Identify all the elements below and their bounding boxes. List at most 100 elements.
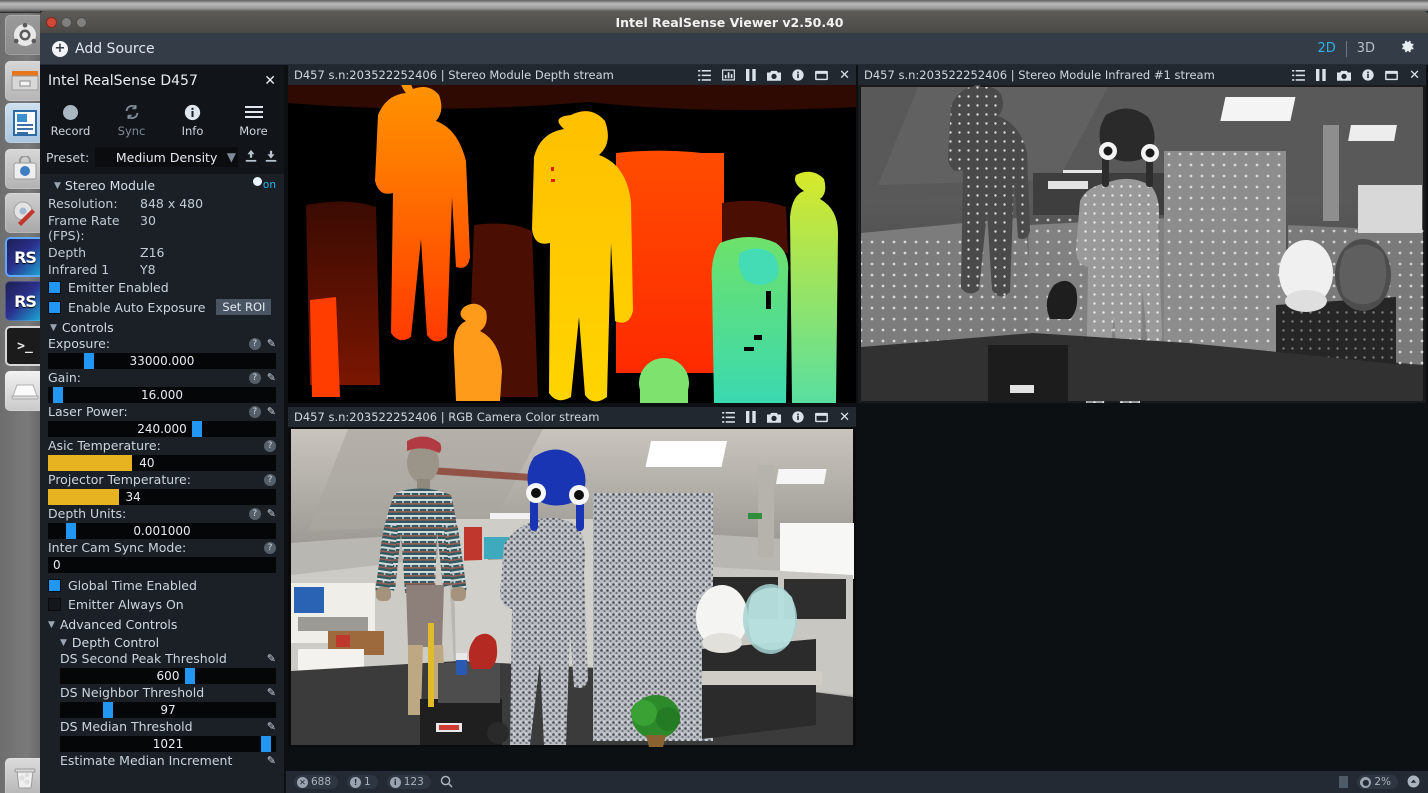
gear-icon[interactable] bbox=[1399, 38, 1416, 59]
edit-icon[interactable]: ✎ bbox=[267, 507, 276, 520]
emitter-enabled-checkbox[interactable] bbox=[48, 281, 61, 294]
gain-slider[interactable]: 16.000 bbox=[48, 387, 276, 403]
edit-icon[interactable]: ✎ bbox=[267, 371, 276, 384]
close-icon[interactable]: ✕ bbox=[1409, 68, 1420, 83]
camera-icon[interactable] bbox=[767, 70, 781, 81]
emitter-always-on-checkbox[interactable] bbox=[48, 598, 61, 611]
maximize-icon[interactable] bbox=[815, 70, 828, 81]
ds-second-peak-slider[interactable]: 600 bbox=[60, 668, 276, 684]
slider-knob[interactable] bbox=[103, 702, 113, 718]
circle-up-icon[interactable] bbox=[1407, 773, 1420, 792]
status-errors[interactable]: ✕ 688 bbox=[294, 775, 338, 789]
help-icon[interactable]: ? bbox=[264, 474, 276, 486]
device-close-button[interactable]: ✕ bbox=[264, 73, 276, 89]
pause-icon[interactable] bbox=[746, 69, 756, 81]
stream-canvas-depth[interactable] bbox=[288, 85, 856, 403]
info-icon[interactable] bbox=[792, 69, 804, 81]
add-source-button[interactable]: + Add Source bbox=[40, 33, 167, 65]
close-icon[interactable]: ✕ bbox=[839, 68, 850, 83]
edit-icon[interactable]: ✎ bbox=[267, 686, 276, 699]
control-asic-temperature: Asic Temperature: ? 40 bbox=[40, 437, 284, 471]
window-close-button[interactable] bbox=[46, 17, 57, 28]
camera-icon[interactable] bbox=[767, 412, 781, 423]
edit-icon[interactable]: ✎ bbox=[267, 405, 276, 418]
slider-knob[interactable] bbox=[185, 668, 195, 684]
edit-icon[interactable]: ✎ bbox=[267, 652, 276, 665]
depth-units-slider[interactable]: 0.001000 bbox=[48, 523, 276, 539]
stream-canvas-infrared[interactable] bbox=[858, 85, 1426, 403]
slider-knob[interactable] bbox=[84, 353, 94, 369]
stream-panel-depth: D457 s.n:203522252406 | Stereo Module De… bbox=[288, 65, 856, 403]
info-button[interactable]: Info bbox=[162, 101, 223, 138]
help-icon[interactable]: ? bbox=[264, 542, 276, 554]
edit-icon[interactable]: ✎ bbox=[267, 337, 276, 350]
window-titlebar: Intel RealSense Viewer v2.50.40 bbox=[40, 11, 1428, 33]
sync-button[interactable]: Sync bbox=[101, 101, 162, 138]
exposure-slider[interactable]: 33000.000 bbox=[48, 353, 276, 369]
info-value: Z16 bbox=[140, 245, 164, 260]
metadata-icon[interactable] bbox=[1292, 70, 1305, 81]
help-icon[interactable]: ? bbox=[249, 338, 261, 350]
inter-cam-sync-input[interactable]: 0 bbox=[48, 557, 276, 573]
info-key: Depth bbox=[48, 245, 140, 260]
preset-row: Preset: Medium Density ▼ bbox=[40, 144, 284, 174]
trash-icon[interactable] bbox=[5, 758, 45, 793]
record-button[interactable]: Record bbox=[40, 101, 101, 138]
close-icon[interactable]: ✕ bbox=[839, 410, 850, 425]
collapse-arrow-icon[interactable]: ▼ bbox=[54, 181, 61, 191]
status-info[interactable]: i 123 bbox=[387, 775, 431, 789]
help-icon[interactable]: ? bbox=[249, 372, 261, 384]
laser-power-value: 240.000 bbox=[137, 422, 187, 436]
status-warnings[interactable]: ! 1 bbox=[347, 775, 378, 789]
pause-icon[interactable] bbox=[1316, 69, 1326, 81]
controls-section-header[interactable]: ▼ Controls bbox=[40, 317, 284, 335]
slider-knob[interactable] bbox=[192, 421, 202, 437]
camera-icon[interactable] bbox=[1337, 70, 1351, 81]
help-icon[interactable]: ? bbox=[249, 508, 261, 520]
edit-icon[interactable]: ✎ bbox=[267, 720, 276, 733]
asic-temp-value: 40 bbox=[139, 456, 154, 470]
metadata-icon[interactable] bbox=[698, 70, 711, 81]
maximize-icon[interactable] bbox=[815, 412, 828, 423]
info-icon[interactable] bbox=[1362, 69, 1374, 81]
ds-neighbor-slider[interactable]: 97 bbox=[60, 702, 276, 718]
advanced-controls-header[interactable]: ▼ Advanced Controls bbox=[40, 614, 284, 632]
files-icon[interactable] bbox=[5, 61, 45, 101]
laser-power-slider[interactable]: 240.000 bbox=[48, 421, 276, 437]
slider-knob[interactable] bbox=[261, 736, 271, 752]
edit-icon[interactable]: ✎ bbox=[267, 754, 276, 767]
auto-exposure-checkbox[interactable] bbox=[48, 301, 61, 314]
disk-drive-icon[interactable] bbox=[5, 371, 45, 411]
ubuntu-dash-icon[interactable] bbox=[5, 15, 45, 55]
help-icon[interactable]: ? bbox=[264, 440, 276, 452]
slider-knob[interactable] bbox=[53, 387, 63, 403]
realsense-viewer-icon-running[interactable]: RS bbox=[5, 237, 45, 277]
info-icon[interactable] bbox=[792, 411, 804, 423]
slider-knob[interactable] bbox=[66, 523, 76, 539]
chart-icon[interactable] bbox=[722, 69, 735, 81]
status-drop[interactable]: ● 2% bbox=[1357, 775, 1398, 789]
pause-icon[interactable] bbox=[746, 411, 756, 423]
maximize-icon[interactable] bbox=[1385, 70, 1398, 81]
stream-canvas-color[interactable] bbox=[288, 427, 856, 747]
tab-3d[interactable]: 3D bbox=[1347, 38, 1385, 59]
tab-2d[interactable]: 2D bbox=[1307, 38, 1345, 59]
help-icon[interactable]: ? bbox=[249, 406, 261, 418]
realsense-sdk-icon[interactable]: RS bbox=[5, 281, 45, 321]
terminal-icon[interactable]: >_ bbox=[5, 326, 45, 366]
upload-preset-icon[interactable] bbox=[244, 148, 258, 167]
metadata-icon[interactable] bbox=[722, 412, 735, 423]
ds-median-slider[interactable]: 1021 bbox=[60, 736, 276, 752]
document-viewer-icon[interactable] bbox=[5, 103, 45, 143]
more-button[interactable]: More bbox=[223, 101, 284, 138]
set-roi-button[interactable]: Set ROI bbox=[216, 299, 271, 315]
global-time-checkbox[interactable] bbox=[48, 579, 61, 592]
window-maximize-button[interactable] bbox=[76, 17, 87, 28]
download-preset-icon[interactable] bbox=[264, 148, 278, 167]
software-center-icon[interactable] bbox=[5, 149, 45, 189]
depth-control-header[interactable]: ▼ Depth Control bbox=[40, 632, 284, 650]
window-minimize-button[interactable] bbox=[61, 17, 72, 28]
system-tools-icon[interactable] bbox=[5, 193, 45, 233]
search-icon[interactable] bbox=[440, 773, 453, 792]
preset-select[interactable]: Medium Density ▼ bbox=[95, 147, 238, 167]
